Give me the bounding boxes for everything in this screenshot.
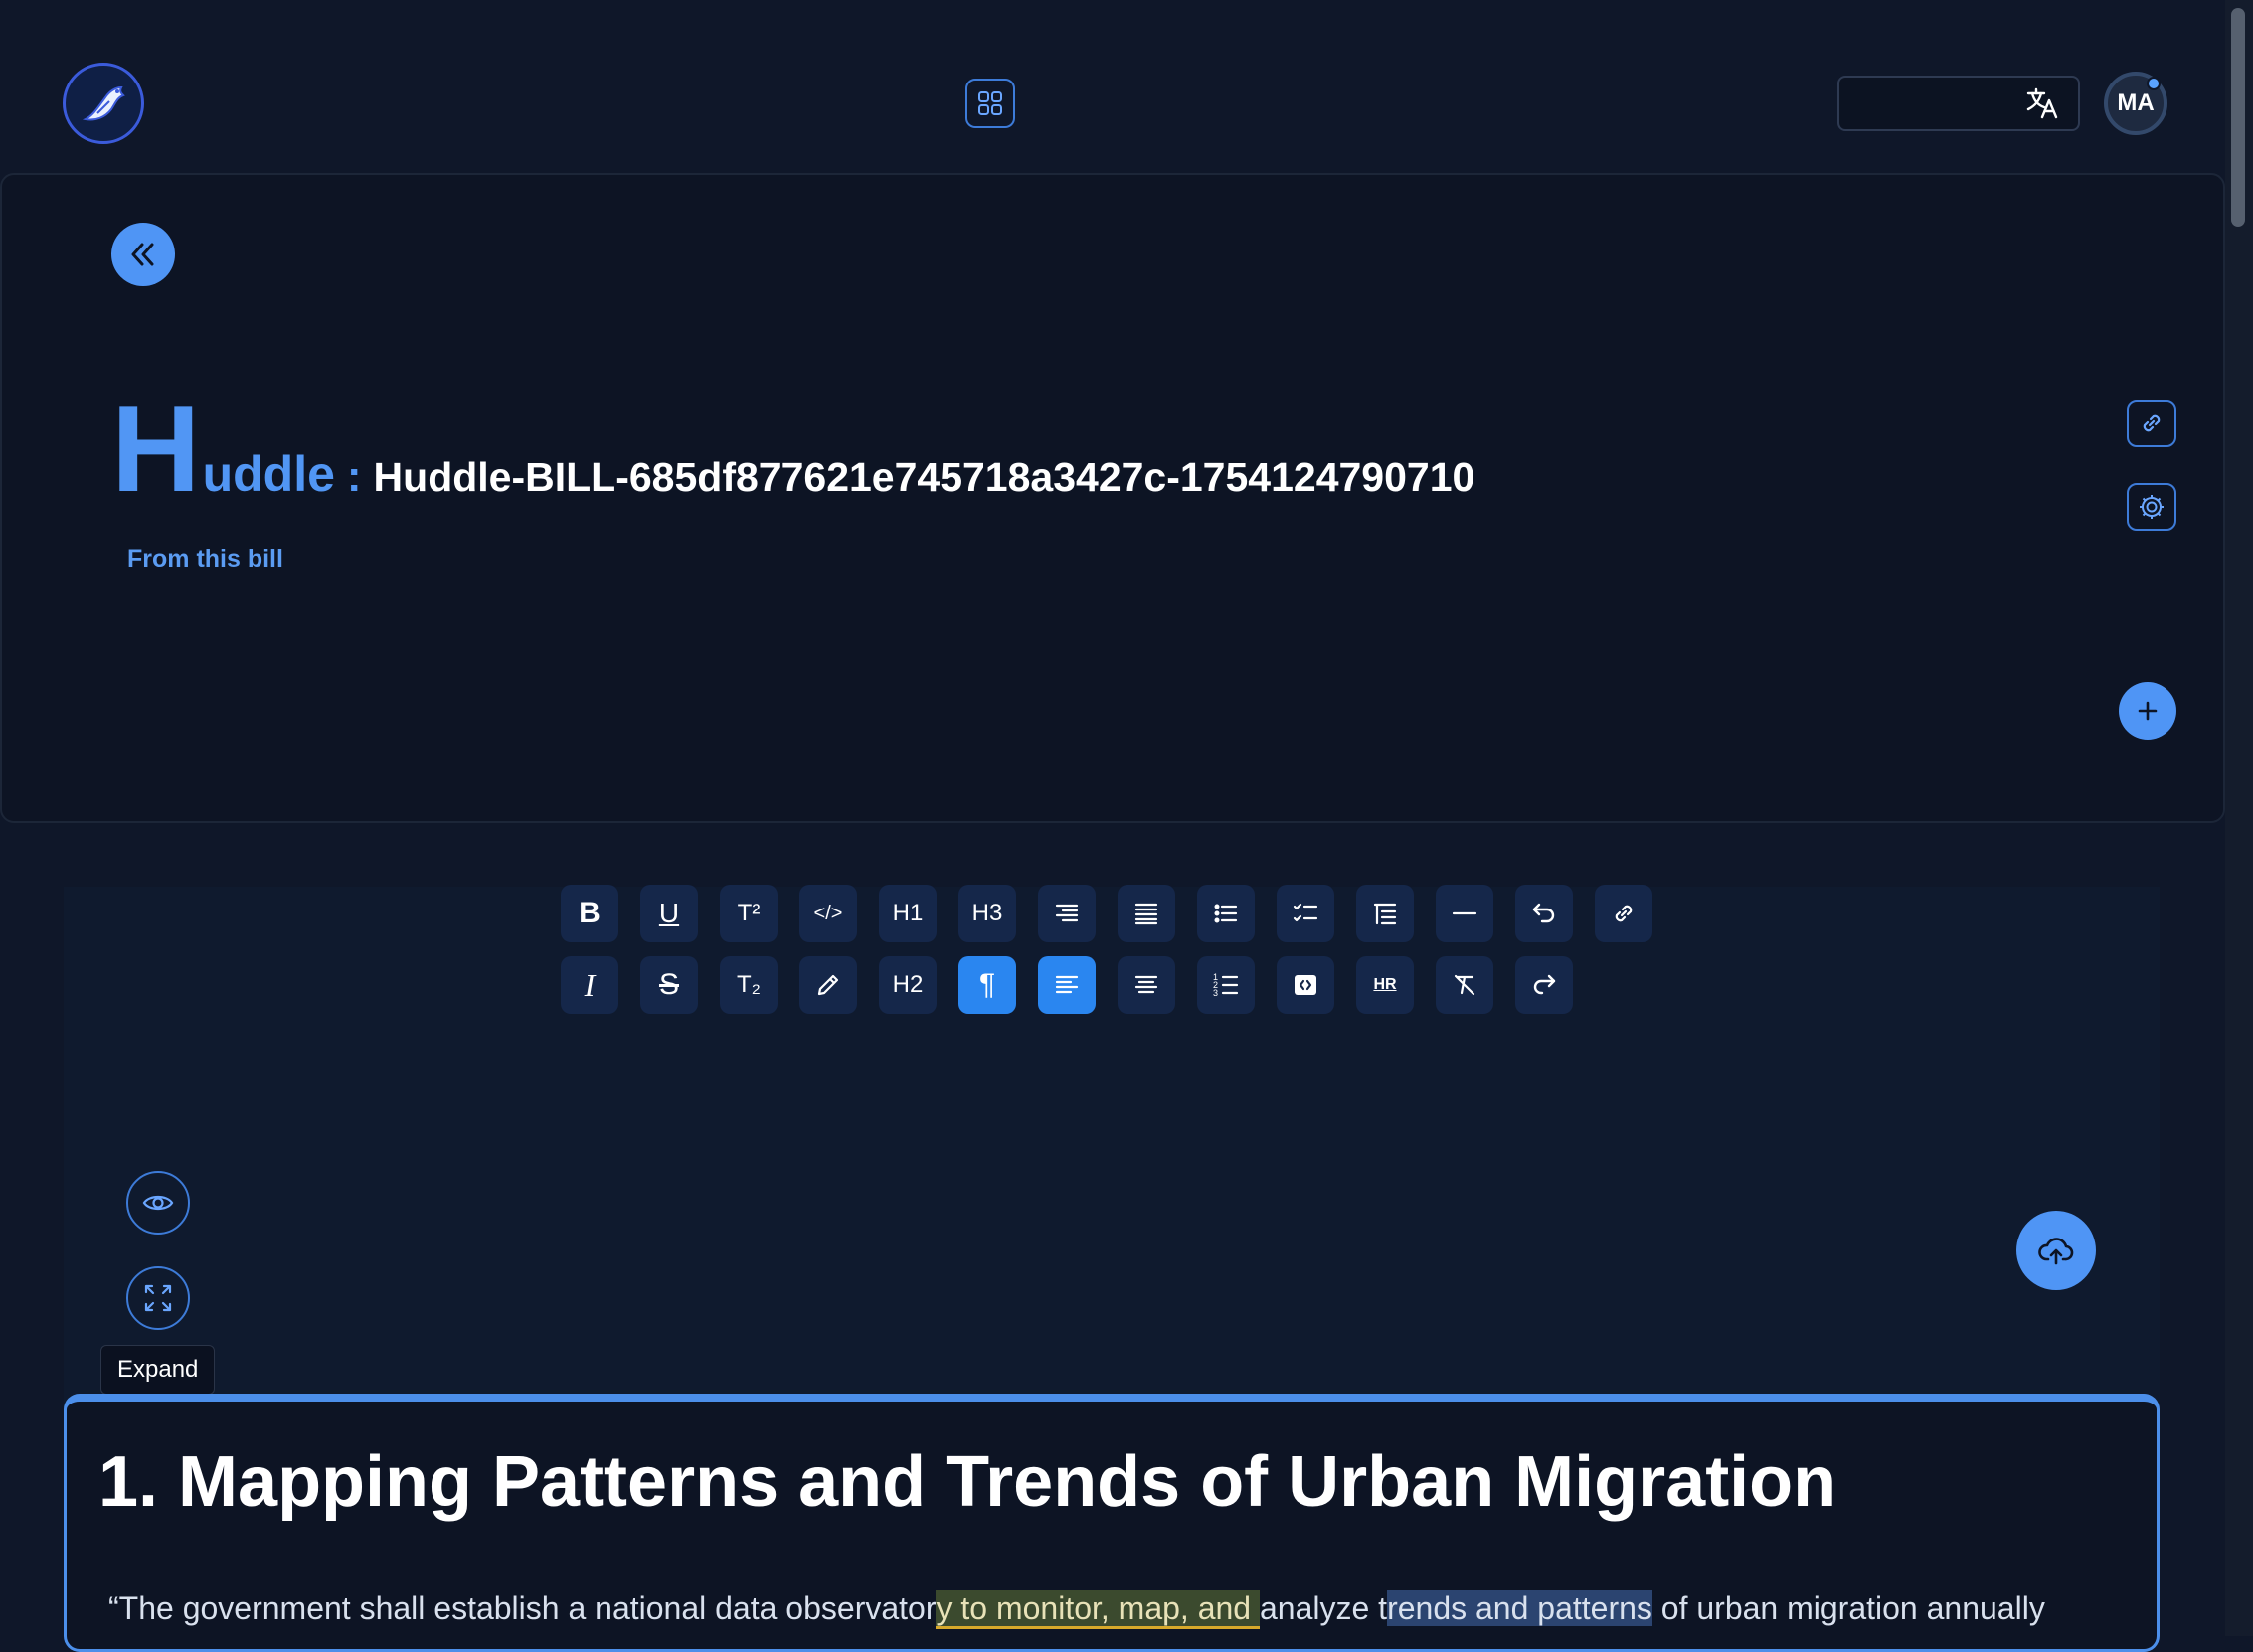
paragraph-text: analyze t bbox=[1259, 1590, 1388, 1626]
section-heading: 1. Mapping Patterns and Trends of Urban … bbox=[98, 1442, 1837, 1522]
redo-button[interactable] bbox=[1515, 956, 1573, 1014]
bullet-list-button[interactable] bbox=[1197, 885, 1255, 942]
superscript-icon: T² bbox=[737, 900, 761, 926]
underline-icon: U bbox=[658, 898, 680, 928]
paragraph-text: of urban migration annually bbox=[1651, 1590, 2045, 1626]
preview-button[interactable] bbox=[126, 1171, 190, 1235]
title-initial: H bbox=[111, 381, 201, 518]
bird-logo-icon bbox=[82, 85, 125, 121]
insert-link-button[interactable] bbox=[1595, 885, 1652, 942]
heading-1-icon: H1 bbox=[892, 900, 924, 926]
paragraph-icon: ¶ bbox=[978, 968, 996, 1001]
document-content[interactable]: 1. Mapping Patterns and Trends of Urban … bbox=[64, 1394, 2160, 1652]
align-left-button[interactable] bbox=[1038, 956, 1096, 1014]
bold-button[interactable]: B bbox=[561, 885, 618, 942]
apps-grid-icon bbox=[978, 91, 1002, 115]
hr-icon: HR bbox=[1373, 976, 1397, 993]
bullet-list-icon bbox=[1214, 904, 1238, 923]
upload-button[interactable] bbox=[2016, 1211, 2096, 1290]
redo-icon bbox=[1533, 974, 1556, 995]
horizontal-line-button[interactable] bbox=[1436, 885, 1493, 942]
align-center-icon bbox=[1134, 975, 1158, 994]
chevrons-left-icon bbox=[131, 243, 154, 266]
superscript-button[interactable]: T² bbox=[720, 885, 778, 942]
plus-icon bbox=[2138, 701, 2158, 721]
indent-icon bbox=[1373, 903, 1397, 925]
code-block-button[interactable] bbox=[1277, 956, 1334, 1014]
paragraph-text: “The government shall establish a nation… bbox=[108, 1590, 937, 1626]
gear-icon bbox=[2140, 495, 2164, 519]
language-selector[interactable] bbox=[1837, 76, 2080, 131]
align-justify-button[interactable] bbox=[1118, 885, 1175, 942]
clear-format-button[interactable] bbox=[1436, 956, 1493, 1014]
strikethrough-button[interactable]: S bbox=[640, 956, 698, 1014]
undo-icon bbox=[1532, 903, 1555, 923]
expand-button[interactable] bbox=[126, 1266, 190, 1330]
text-selection[interactable]: rends and patterns bbox=[1387, 1590, 1652, 1626]
add-button[interactable] bbox=[2119, 682, 2176, 740]
indent-button[interactable] bbox=[1356, 885, 1414, 942]
ordered-list-button[interactable]: 123 bbox=[1197, 956, 1255, 1014]
heading-3-icon: H3 bbox=[971, 900, 1003, 926]
cloud-upload-icon bbox=[2038, 1238, 2074, 1265]
undo-button[interactable] bbox=[1515, 885, 1573, 942]
bold-icon: B bbox=[579, 897, 601, 929]
online-status-dot bbox=[2147, 77, 2161, 90]
paragraph-button[interactable]: ¶ bbox=[958, 956, 1016, 1014]
italic-icon: I bbox=[584, 967, 596, 1003]
subscript-button[interactable]: T₂ bbox=[720, 956, 778, 1014]
clear-format-icon bbox=[1454, 974, 1475, 996]
title-word: uddle bbox=[202, 446, 335, 502]
bird-logo[interactable] bbox=[63, 63, 144, 144]
title-separator: : bbox=[346, 452, 362, 501]
apps-menu-button[interactable] bbox=[965, 79, 1015, 128]
hr-button[interactable]: HR bbox=[1356, 956, 1414, 1014]
italic-button[interactable]: I bbox=[561, 956, 618, 1014]
align-left-icon bbox=[1055, 975, 1079, 994]
pencil-icon bbox=[817, 974, 839, 996]
heading-2-icon: H2 bbox=[892, 971, 924, 998]
eye-icon bbox=[142, 1195, 174, 1211]
highlight-button[interactable] bbox=[799, 956, 857, 1014]
settings-button[interactable] bbox=[2127, 483, 2176, 531]
align-center-button[interactable] bbox=[1118, 956, 1175, 1014]
underline-button[interactable]: U bbox=[640, 885, 698, 942]
heading-2-button[interactable]: H2 bbox=[879, 956, 937, 1014]
comment-highlight[interactable]: y to monitor, map, and bbox=[936, 1590, 1260, 1629]
section-paragraph: “The government shall establish a nation… bbox=[108, 1590, 2045, 1629]
strikethrough-icon: S bbox=[658, 968, 679, 1001]
back-button[interactable] bbox=[111, 223, 175, 286]
svg-text:3: 3 bbox=[1213, 988, 1218, 998]
copy-link-button[interactable] bbox=[2127, 400, 2176, 447]
ordered-list-icon: 123 bbox=[1213, 972, 1239, 998]
link-icon bbox=[2143, 414, 2161, 432]
avatar-initials: MA bbox=[2117, 89, 2155, 116]
heading-3-button[interactable]: H3 bbox=[958, 885, 1016, 942]
huddle-subtitle: From this bill bbox=[127, 545, 283, 573]
link-icon bbox=[1615, 905, 1633, 922]
code-block-icon bbox=[1295, 975, 1316, 995]
heading-1-button[interactable]: H1 bbox=[879, 885, 937, 942]
scrollbar-thumb[interactable] bbox=[2231, 8, 2245, 227]
translate-icon bbox=[2026, 87, 2058, 119]
code-icon: </> bbox=[813, 903, 843, 924]
align-right-icon bbox=[1055, 904, 1079, 922]
align-justify-icon bbox=[1134, 903, 1158, 925]
huddle-id: Huddle-BILL-685df877621e745718a3427c-175… bbox=[373, 454, 1475, 500]
page-scrollbar[interactable] bbox=[2225, 0, 2253, 1636]
task-list-button[interactable] bbox=[1277, 885, 1334, 942]
align-right-button[interactable] bbox=[1038, 885, 1096, 942]
horizontal-line-icon bbox=[1452, 911, 1477, 915]
task-list-icon bbox=[1293, 903, 1318, 922]
expand-icon bbox=[144, 1284, 172, 1312]
expand-tooltip: Expand bbox=[100, 1345, 216, 1395]
code-button[interactable]: </> bbox=[799, 885, 857, 942]
subscript-icon: T₂ bbox=[737, 971, 761, 998]
page-title: H uddle : Huddle-BILL-685df877621e745718… bbox=[111, 388, 1474, 511]
